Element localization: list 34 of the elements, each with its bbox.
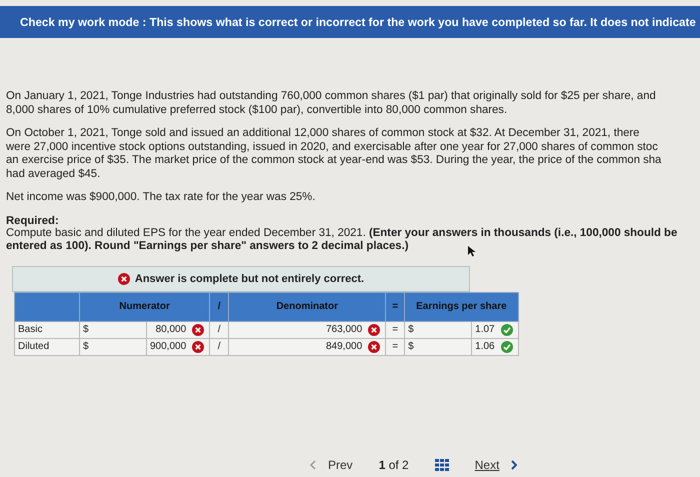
result-message: Answer is complete but not entirely correct. — [134, 272, 364, 284]
chevron-left-icon — [310, 460, 316, 470]
problem-text: an exercise price of $35. The market price of the common stock at year-end was $53. During the year, the price of the common sha — [6, 154, 662, 168]
currency-cell: $ — [80, 321, 146, 338]
header-cell: Numerator — [80, 292, 210, 321]
cursor-icon — [467, 245, 476, 257]
problem-text: were 27,000 incentive stock options outstanding, issued in 2020, and exercisable after one year for 27,000 shares of common stoc — [6, 140, 658, 154]
header-cell: / — [210, 292, 229, 321]
row-label: Diluted — [14, 338, 80, 355]
operator-cell: / — [210, 321, 229, 338]
instruction-text: entered as 100). Round "Earnings per share" answers to 2 decimal places.) — [6, 240, 408, 254]
page-count: 1 of 2 — [378, 458, 409, 472]
chevron-right-icon — [511, 460, 518, 470]
operator-cell: = — [386, 321, 405, 338]
problem-text: had averaged $45. — [6, 168, 100, 181]
problem-text: On January 1, 2021, Tonge Industries had outstanding 760,000 common shares ($1 par) that originally sold for $25 per share, and — [6, 90, 656, 104]
header-cell: Denominator — [228, 292, 386, 321]
problem-text: On October 1, 2021, Tonge sold and issued an additional 12,000 shares of common stock at $32. At December 31, 2021, there — [6, 127, 640, 140]
currency-cell: $ — [80, 338, 146, 355]
operator-cell: = — [386, 338, 405, 355]
banner-text: Check my work mode : This shows what is correct or incorrect for the work you have completed so far. It does not indicate — [20, 16, 696, 28]
grid-icon[interactable] — [434, 459, 449, 471]
problem-text: 8,000 shares of 10% cumulative preferred stock ($100 par), convertible into 80,000 common shares. — [6, 104, 508, 117]
required-heading: Required: — [6, 214, 60, 226]
row-label: Basic — [14, 321, 80, 338]
prev-button[interactable]: Prev — [310, 458, 353, 472]
next-button[interactable]: Next — [474, 458, 518, 472]
currency-cell: $ — [404, 338, 472, 355]
instruction-text: Compute basic and diluted EPS for the year ended December 31, 2021. (Enter your answers in thousands (i.e., 100,000 should be — [6, 226, 678, 240]
problem-text: Net income was $900,000. The tax rate for the year was 25%. — [6, 191, 316, 204]
header-cell: Earnings per share — [404, 292, 518, 321]
header-cell: = — [386, 292, 405, 321]
currency-cell: $ — [404, 321, 472, 338]
operator-cell: / — [210, 338, 229, 355]
